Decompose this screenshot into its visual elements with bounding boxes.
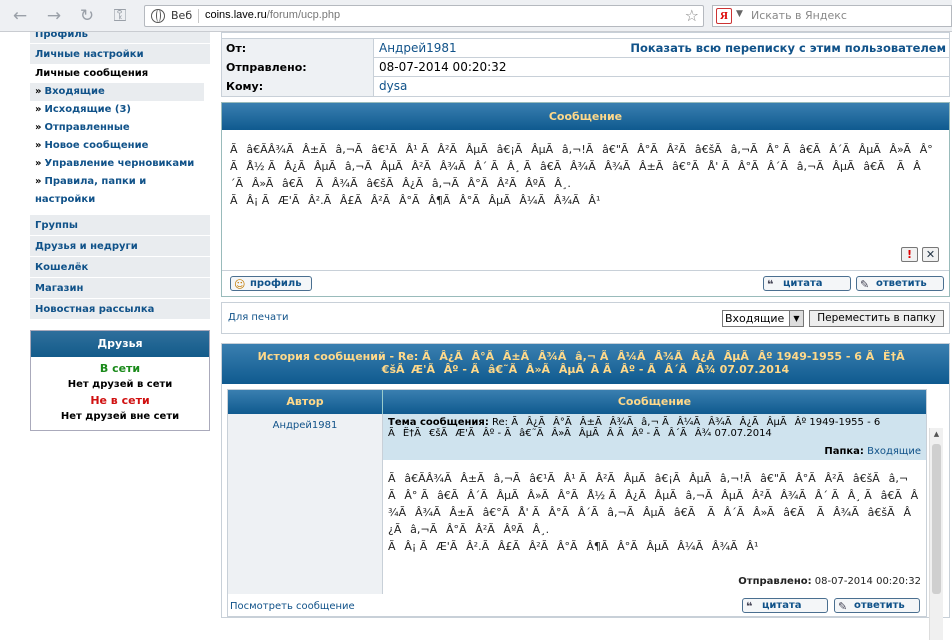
column-message: Сообщение [382,390,926,414]
search-box[interactable]: Я ▼ Искать в Яндекс [712,5,952,27]
nav-shop[interactable]: Магазин [30,278,210,299]
reload-icon[interactable]: ↻ [77,6,97,26]
address-bar[interactable]: Веб coins.lave.ru/forum/ucp.php ☆ [144,5,704,27]
nav-inbox[interactable]: » Входящие [30,83,204,101]
friends-online-label: В сети [99,362,141,375]
friends-offline-empty: Нет друзей вне сети [60,411,180,422]
folder-select[interactable]: Входящие ▼ [722,310,804,327]
web-label: Веб [171,9,193,22]
history-title: История сообщений - Re: ÃÂ¿ÃÂ°ÃÂ±ÃÂ¾… [222,344,949,384]
message-actions-row: Для печати Входящие ▼ Переместить в папку [221,302,950,334]
nav-profile[interactable]: Профиль [30,32,210,44]
bookmark-star-icon[interactable]: ☆ [685,6,699,25]
from-row: От: Андрей1981 Показать всю переписку с … [222,39,949,58]
yandex-logo-icon: Я [716,8,732,24]
pencil-icon: ✎ [860,278,870,291]
history-table: Автор Сообщение Андрей1981 Тема сообщени… [227,389,927,617]
friends-online-empty: Нет друзей в сети [67,379,173,390]
message-history-panel: История сообщений - Re: ÃÂ¿ÃÂ°ÃÂ±ÃÂ¾… [221,343,950,618]
from-user-link[interactable]: Андрей1981 [379,39,457,58]
nav-friends-foes[interactable]: Друзья и недруги [30,236,210,257]
message-title: Сообщение [222,103,949,130]
friends-panel: Друзья В сети Нет друзей в сети Не в сет… [30,330,210,431]
scrollbar-thumb[interactable] [932,444,941,594]
nav-outbox[interactable]: » Исходящие (3) [30,101,210,119]
reply-button[interactable]: ✎ ответить [856,276,944,291]
sent-row: Отправлено: 08-07-2014 00:20:32 [222,58,949,77]
sent-label: Отправлено: [222,58,374,77]
browser-toolbar: ← → ↻ ⚿ Веб coins.lave.ru/forum/ucp.php … [0,0,952,32]
show-all-correspondence-link[interactable]: Показать всю переписку с этим пользовате… [630,39,946,58]
friends-title: Друзья [31,331,209,357]
globe-icon [151,9,165,23]
print-link[interactable]: Для печати [228,312,288,323]
table-row: Андрей1981 Тема сообщения: Re: ÃÂ¿ÃÂ°Ã… [228,414,926,594]
page-content: Профиль Личные настройки Личные сообщени… [0,32,952,640]
chevron-down-icon[interactable]: ▼ [736,9,743,19]
nav-pm-header: Личные сообщения [30,65,210,83]
report-icon[interactable]: ! [901,247,918,262]
message-panel: Сообщение Ãâ€ÃÂ¾ÃÂ±Ãâ,¬Ãâ€¹ÃÂ¹ ÃÂ²… [221,102,950,297]
message-header-info: От: Андрей1981 Показать всю переписку с … [221,32,950,97]
url-text[interactable]: coins.lave.ru/forum/ucp.php [205,9,340,21]
pencil-icon: ✎ [838,600,848,613]
scroll-up-icon[interactable]: ▲ [930,428,943,441]
column-author: Автор [286,395,324,408]
nav-sent[interactable]: » Отправленные [30,119,210,137]
to-user-link[interactable]: dysa [379,77,407,96]
to-label: Кому: [222,77,374,96]
forward-icon[interactable]: → [44,6,64,26]
nav-new-message[interactable]: » Новое сообщение [30,137,210,155]
view-message-link[interactable]: Посмотреть сообщение [230,601,355,612]
history-sent: Отправлено: 08-07-2014 00:20:32 [738,576,921,587]
subject-block: Тема сообщения: Re: ÃÂ¿ÃÂ°ÃÂ±ÃÂ¾Ãâ,… [382,414,926,460]
delete-icon[interactable]: ✕ [922,247,939,262]
quote-icon: ❝ [767,278,774,291]
key-icon[interactable]: ⚿ [110,6,130,26]
quote-icon: ❝ [746,600,753,613]
message-body: Ãâ€ÃÂ¾ÃÂ±Ãâ,¬Ãâ€¹ÃÂ¹ ÃÂ²ÃÂµÃâ€¡Ã… [222,130,949,270]
folder-info: Папка: Входящие [824,446,921,457]
pm-list: » Входящие » Исходящие (3) » Отправленные »… [30,83,210,209]
nav-newsletter[interactable]: Новостная рассылка [30,299,210,320]
folder-link[interactable]: Входящие [867,446,921,457]
chevron-down-icon: ▼ [789,311,803,326]
from-label: От: [222,39,374,58]
friends-offline-label: Не в сети [90,394,150,407]
nav-groups[interactable]: Группы [30,215,210,236]
to-row: Кому: dysa [222,77,949,96]
message-line: ÃÂ¡ ÃÆ'ÃÂ².ÃÂ£ÃÂ²ÃÂ°ÃÂ¶ÃÂ°ÃÂµÃ… [230,194,601,207]
nav-wallet[interactable]: Кошелёк [30,257,210,278]
main-content: От: Андрей1981 Показать всю переписку с … [221,32,950,618]
nav-drafts[interactable]: » Управление черновиками [30,155,210,173]
history-quote-button[interactable]: ❝ цитата [742,598,828,613]
quote-button[interactable]: ❝ цитата [763,276,851,291]
user-icon: ☺ [234,278,246,291]
nav-rules-folders[interactable]: » Правила, папки и настройки [30,173,160,209]
history-message-body: Ãâ€ÃÂ¾ÃÂ±Ãâ,¬Ãâ€¹ÃÂ¹ ÃÂ²ÃÂµÃâ€¡Ã… [382,460,926,594]
author-link[interactable]: Андрей1981 [228,414,382,594]
history-scrollbar[interactable]: ▲ [929,428,943,640]
nav-personal-settings[interactable]: Личные настройки [30,44,210,65]
sent-value: 08-07-2014 00:20:32 [379,60,507,74]
move-to-folder-button[interactable]: Переместить в папку [809,310,944,327]
search-input[interactable]: Искать в Яндекс [751,9,847,22]
left-navigation: Профиль Личные настройки Личные сообщени… [30,32,210,431]
history-reply-button[interactable]: ✎ ответить [834,598,920,613]
message-line: Ãâ€ÃÂ¾ÃÂ±Ãâ,¬Ãâ€¹ÃÂ¹ ÃÂ²ÃÂµÃâ€¡Ã… [230,143,933,190]
profile-button[interactable]: ☺ профиль [230,276,312,291]
back-icon[interactable]: ← [10,6,30,26]
